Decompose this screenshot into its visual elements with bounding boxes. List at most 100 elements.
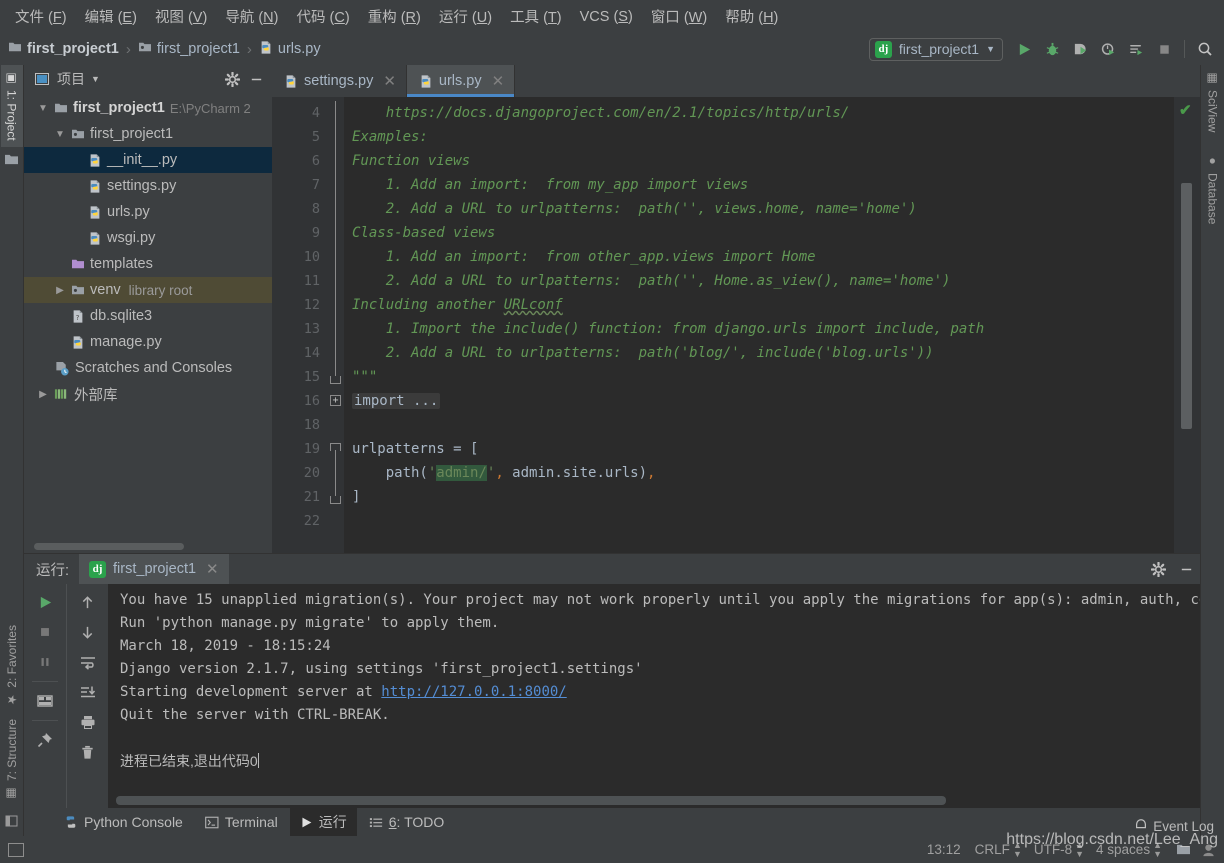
- stop-icon[interactable]: [1151, 36, 1177, 62]
- code-text[interactable]: https://docs.djangoproject.com/en/2.1/to…: [344, 97, 1174, 553]
- editor-marker-bar[interactable]: ✔: [1174, 97, 1200, 553]
- editor-vscrollbar-thumb[interactable]: [1181, 183, 1192, 429]
- minimize-icon[interactable]: [1172, 554, 1200, 584]
- tree-node-urls-py[interactable]: urls.py: [24, 199, 272, 225]
- menu-item-6[interactable]: 重构 (R): [359, 3, 430, 30]
- tree-node-wsgi-py[interactable]: wsgi.py: [24, 225, 272, 251]
- tree-node-manage-py[interactable]: manage.py: [24, 329, 272, 355]
- chevron-right-icon[interactable]: ▶: [54, 285, 66, 296]
- menu-item-1[interactable]: 文件 (F): [6, 3, 76, 30]
- fold-marker-plus[interactable]: +: [328, 389, 344, 413]
- code-folding-gutter[interactable]: +: [328, 97, 344, 553]
- menu-item-10[interactable]: 窗口 (W): [642, 3, 716, 30]
- menu-item-5[interactable]: 代码 (C): [288, 3, 359, 30]
- indent-selector[interactable]: 4 spaces ▲ ▼: [1096, 840, 1162, 859]
- fold-marker-pipe[interactable]: [328, 269, 344, 293]
- code-line[interactable]: Including another URLconf: [344, 293, 1174, 317]
- menu-item-9[interactable]: VCS (S): [571, 6, 642, 28]
- layout-icon[interactable]: [31, 687, 59, 715]
- code-line[interactable]: 2. Add a URL to urlpatterns: path('', Ho…: [344, 269, 1174, 293]
- fold-marker-pipe[interactable]: [328, 125, 344, 149]
- chevron-down-icon[interactable]: ▼: [37, 103, 49, 114]
- tree-node-venv[interactable]: ▶ venv library root: [24, 277, 272, 303]
- editor-tab-urls-py[interactable]: urls.py ✕: [406, 65, 516, 97]
- tree-node-templates[interactable]: templates: [24, 251, 272, 277]
- inspection-level-icon[interactable]: [1201, 842, 1216, 857]
- code-line[interactable]: https://docs.djangoproject.com/en/2.1/to…: [344, 101, 1174, 125]
- bottom-tab--[interactable]: 运行: [289, 808, 357, 836]
- code-line[interactable]: urlpatterns = [: [344, 437, 1174, 461]
- sidebar-item-project[interactable]: ▣ 1: Project: [0, 65, 23, 147]
- fold-collapse-icon[interactable]: [330, 496, 341, 504]
- minimize-icon[interactable]: [247, 70, 265, 88]
- console-hscrollbar[interactable]: [108, 792, 1200, 808]
- sidebar-item-database[interactable]: ● Database: [1202, 148, 1224, 230]
- tree-node-settings-py[interactable]: settings.py: [24, 173, 272, 199]
- caret-position[interactable]: 13:12: [927, 842, 961, 857]
- rerun-icon[interactable]: [31, 588, 59, 616]
- tree-node--[interactable]: ▶ 外部库: [24, 381, 272, 407]
- fold-expand-icon[interactable]: +: [330, 395, 341, 406]
- print-icon[interactable]: [74, 708, 102, 736]
- chevron-down-icon[interactable]: ▼: [54, 129, 66, 140]
- fold-marker-end[interactable]: [328, 485, 344, 509]
- tree-node-db-sqlite3[interactable]: ? db.sqlite3: [24, 303, 272, 329]
- breadcrumb-item-2[interactable]: first_project1: [138, 41, 240, 57]
- code-viewport[interactable]: 4 5 6 7 8 9 10 11 12 13 14 15 16 18 19 20 21 22 + https:/…: [272, 97, 1200, 553]
- code-line[interactable]: Class-based views: [344, 221, 1174, 245]
- fold-marker-pipe[interactable]: [328, 245, 344, 269]
- fold-marker-pipe[interactable]: [328, 221, 344, 245]
- fold-marker-start[interactable]: [328, 437, 344, 461]
- breadcrumb-item-1[interactable]: first_project1: [8, 41, 119, 57]
- search-icon[interactable]: [1192, 36, 1218, 62]
- code-line[interactable]: 1. Add an import: from other_app.views i…: [344, 245, 1174, 269]
- menu-item-7[interactable]: 运行 (U): [430, 3, 501, 30]
- code-line[interactable]: ]: [344, 485, 1174, 509]
- sidebar-item-structure[interactable]: ▦ 7: Structure: [1, 713, 23, 806]
- code-line[interactable]: 2. Add a URL to urlpatterns: path('blog/…: [344, 341, 1174, 365]
- fold-marker-pipe[interactable]: [328, 149, 344, 173]
- event-log-button[interactable]: Event Log: [1134, 818, 1214, 835]
- close-icon[interactable]: ✕: [383, 72, 396, 90]
- code-line[interactable]: [344, 509, 1174, 533]
- code-line[interactable]: 1. Add an import: from my_app import vie…: [344, 173, 1174, 197]
- console-link[interactable]: http://127.0.0.1:8000/: [381, 684, 566, 700]
- fold-marker-end[interactable]: [328, 365, 344, 389]
- tree-node--init-py[interactable]: __init__.py: [24, 147, 272, 173]
- pin-icon[interactable]: [31, 726, 59, 754]
- fold-marker-pipe[interactable]: [328, 341, 344, 365]
- fold-marker-pipe[interactable]: [328, 293, 344, 317]
- fold-marker-pipe[interactable]: [328, 173, 344, 197]
- menu-item-2[interactable]: 编辑 (E): [76, 3, 146, 30]
- code-line[interactable]: 1. Import the include() function: from d…: [344, 317, 1174, 341]
- scroll-to-end-icon[interactable]: [74, 678, 102, 706]
- stop-icon[interactable]: [31, 618, 59, 646]
- editor-tab-settings-py[interactable]: settings.py ✕: [272, 65, 407, 97]
- scrollbar-thumb[interactable]: [34, 543, 184, 550]
- chevron-right-icon[interactable]: ▶: [37, 389, 49, 400]
- bottom-tab-6-todo[interactable]: 6: TODO: [359, 810, 455, 834]
- project-panel-title-group[interactable]: 项目 ▼: [33, 69, 100, 89]
- menu-item-3[interactable]: 视图 (V): [146, 3, 216, 30]
- tree-node-scratches-and-consoles[interactable]: Scratches and Consoles: [24, 355, 272, 381]
- code-line[interactable]: Examples:: [344, 125, 1174, 149]
- bottom-tab-python-console[interactable]: Python Console: [54, 810, 193, 834]
- down-arrow-icon[interactable]: [74, 618, 102, 646]
- code-line[interactable]: path('admin/', admin.site.urls),: [344, 461, 1174, 485]
- fold-marker-pipe[interactable]: [328, 461, 344, 485]
- run-icon[interactable]: [1011, 36, 1037, 62]
- fold-collapse-icon[interactable]: [330, 376, 341, 384]
- run-console-output[interactable]: You have 15 unapplied migration(s). Your…: [108, 584, 1200, 808]
- code-line[interactable]: import ...: [344, 389, 1174, 413]
- soft-wrap-icon[interactable]: [74, 648, 102, 676]
- close-icon[interactable]: ✕: [492, 72, 505, 90]
- run-configuration-selector[interactable]: dj first_project1 ▼: [868, 37, 1003, 61]
- settings-gear-icon[interactable]: [223, 70, 241, 88]
- breadcrumb-item-3[interactable]: urls.py: [259, 40, 321, 59]
- inspection-ok-check-icon[interactable]: ✔: [1179, 101, 1192, 119]
- run-tab-first-project1[interactable]: dj first_project1 ✕: [79, 554, 229, 584]
- toggle-toolwindows-icon[interactable]: [5, 806, 19, 836]
- profile-icon[interactable]: [1095, 36, 1121, 62]
- pause-icon[interactable]: [31, 648, 59, 676]
- encoding-selector[interactable]: UTF-8 ▲ ▼: [1034, 840, 1084, 859]
